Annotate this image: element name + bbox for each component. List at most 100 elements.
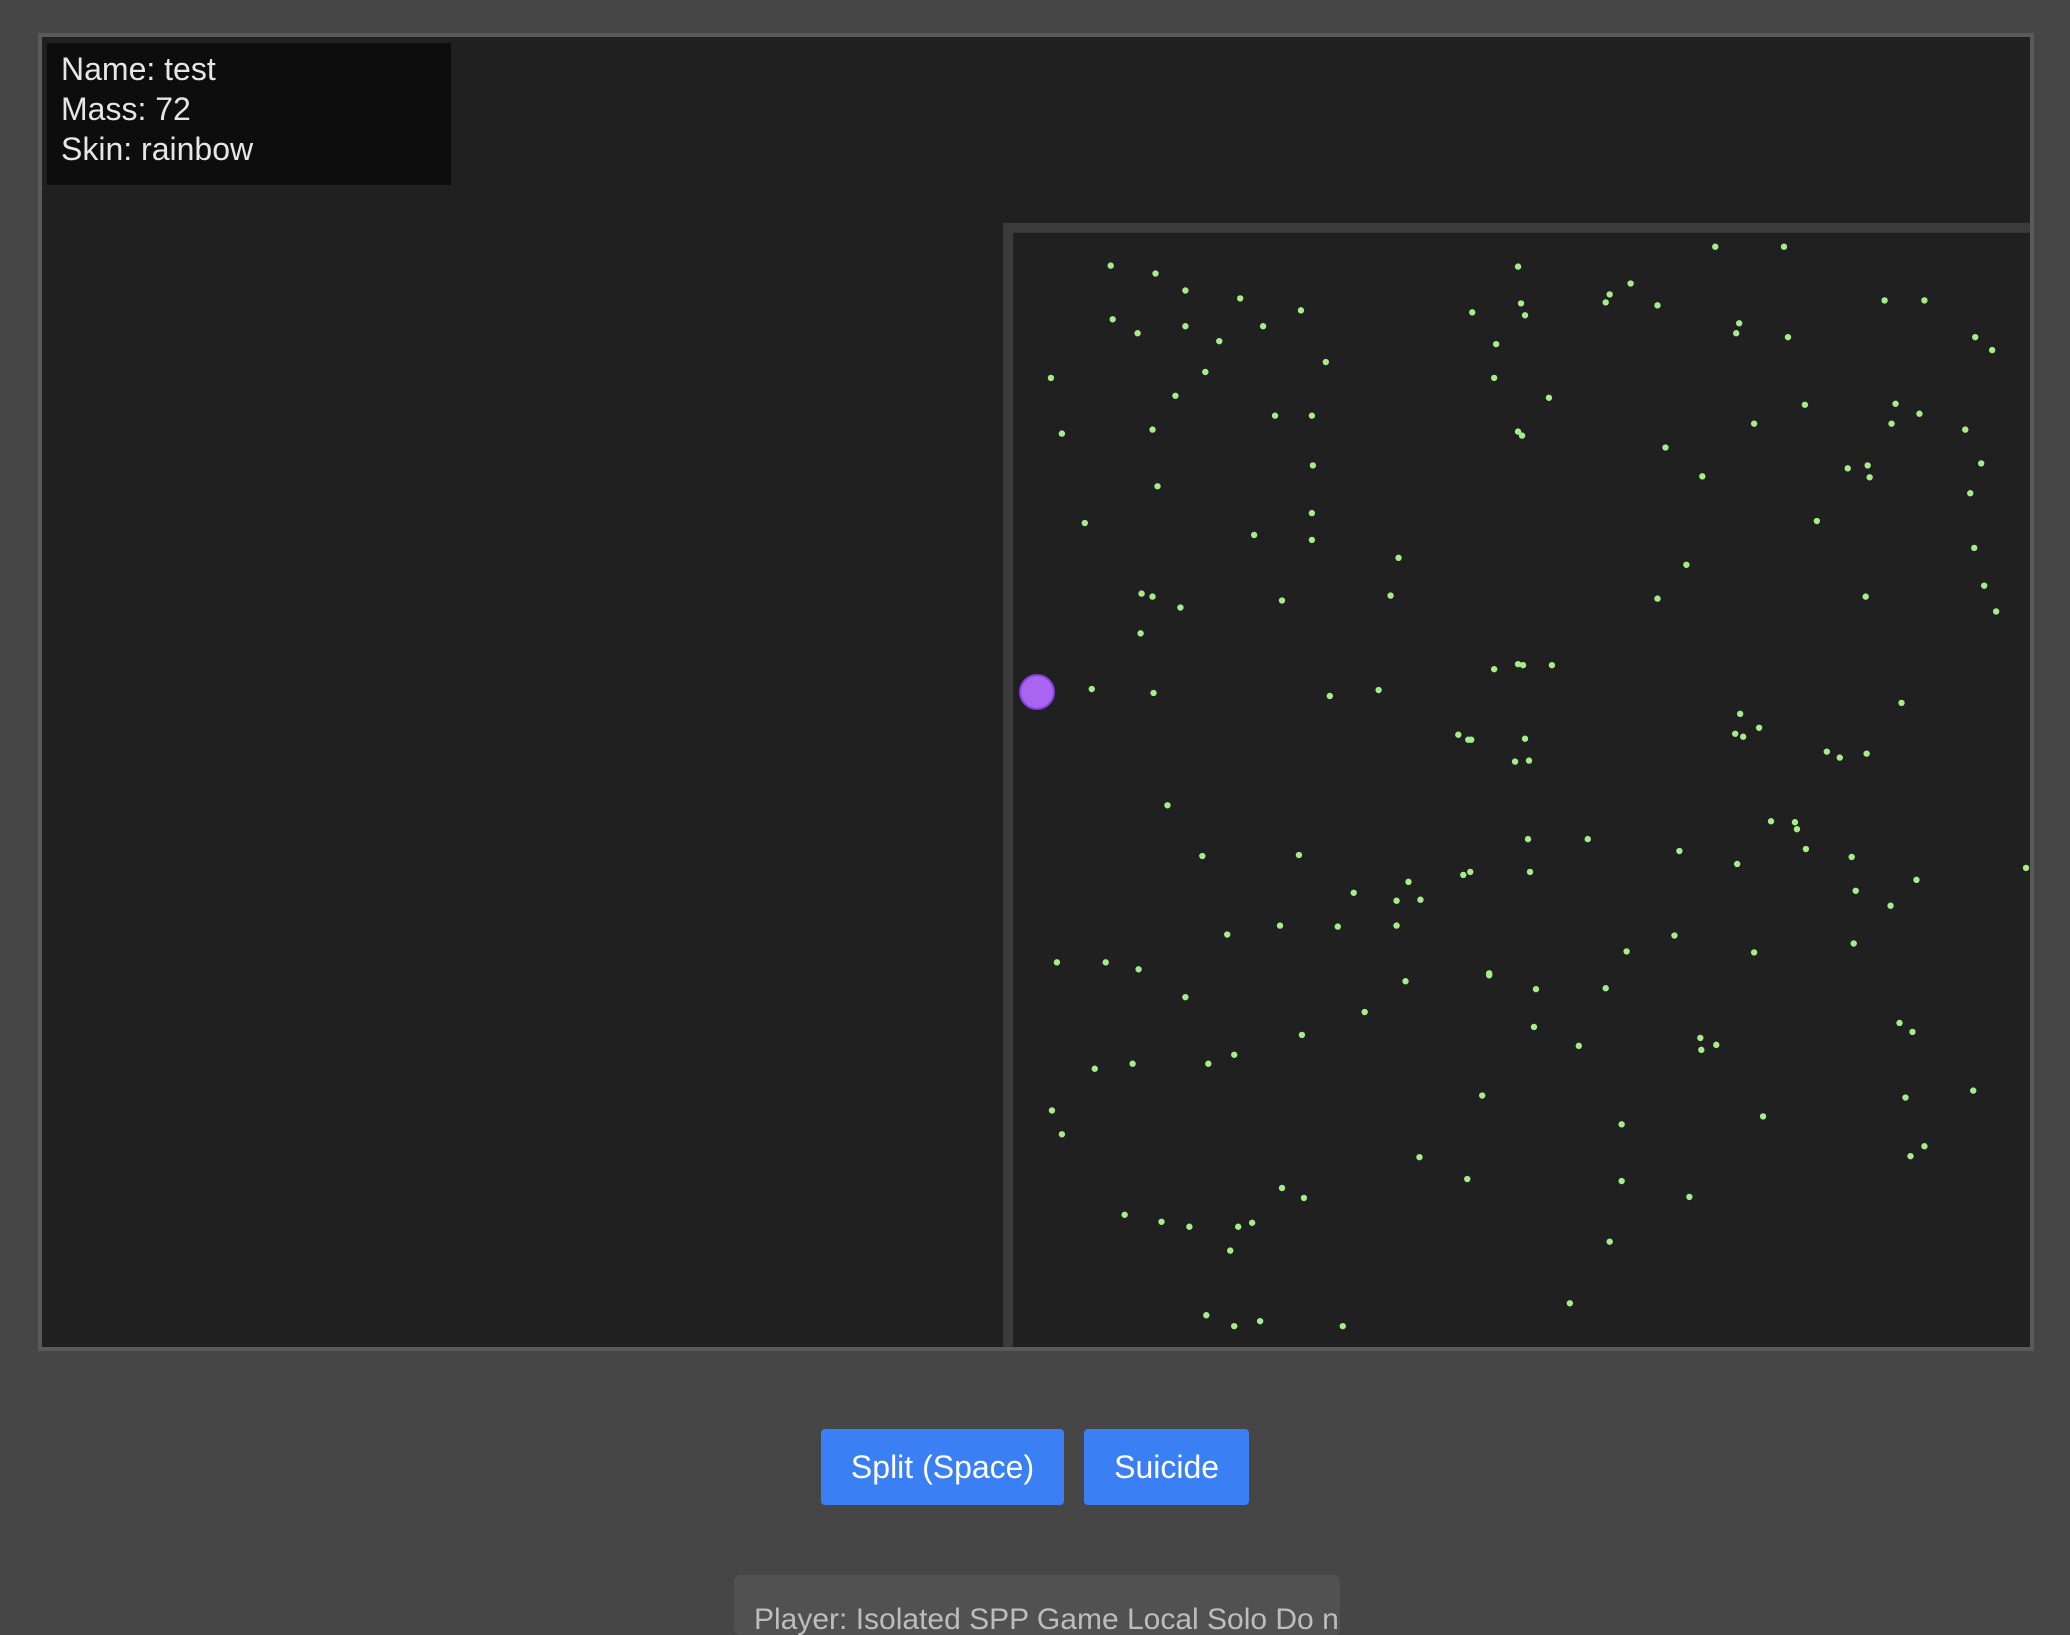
- food-pellet: [1713, 1041, 1720, 1049]
- food-pellet: [1309, 462, 1317, 469]
- food-pellet: [1548, 661, 1556, 669]
- food-pellet: [1485, 972, 1493, 979]
- food-pellet: [1584, 835, 1591, 843]
- food-pellet: [1058, 430, 1066, 437]
- suicide-button[interactable]: Suicide: [1084, 1429, 1250, 1505]
- food-pellet: [1755, 724, 1763, 731]
- food-pellet: [1823, 748, 1831, 755]
- food-pellet: [1517, 300, 1525, 307]
- player-skin-text: Skin: rainbow: [61, 131, 254, 167]
- food-pellet: [1177, 604, 1184, 611]
- split-button[interactable]: Split (Space): [820, 1429, 1065, 1505]
- food-pellet: [1150, 689, 1157, 697]
- food-pellet: [1916, 410, 1923, 417]
- food-pellet: [1387, 592, 1394, 599]
- food-pellet: [1909, 1028, 1916, 1036]
- food-pellet: [1759, 1113, 1767, 1120]
- food-pellet: [1683, 561, 1690, 568]
- food-pellet: [1058, 1131, 1066, 1138]
- food-pellet: [1276, 922, 1284, 929]
- food-pellet: [1686, 1193, 1693, 1201]
- food-pellet: [1532, 986, 1540, 993]
- food-pellet: [1801, 401, 1809, 408]
- food-pellet: [1393, 922, 1400, 929]
- food-pellet: [1514, 263, 1522, 270]
- food-pellet: [1231, 1322, 1238, 1330]
- food-pellet: [1852, 887, 1859, 894]
- food-pellet: [1455, 731, 1462, 738]
- food-pellet: [1091, 1065, 1098, 1072]
- food-pellet: [1416, 1153, 1423, 1161]
- food-pellet: [1813, 517, 1821, 525]
- food-pellet: [1395, 554, 1402, 561]
- food-pellet: [1308, 412, 1316, 419]
- food-pellet: [1227, 1247, 1234, 1254]
- food-pellet: [1791, 819, 1799, 826]
- food-pellet: [1134, 330, 1141, 337]
- food-pellet: [1518, 432, 1526, 439]
- food-pellet: [1793, 825, 1801, 833]
- food-pellet: [1295, 851, 1303, 859]
- food-pellet: [1479, 1092, 1486, 1099]
- food-pellet: [1308, 536, 1316, 544]
- food-pellet: [1844, 465, 1851, 472]
- food-pellet: [1465, 736, 1472, 743]
- food-pellet: [1164, 802, 1171, 809]
- food-pellet: [1322, 358, 1330, 366]
- player-mass-text: Mass: 72: [61, 91, 191, 127]
- food-pellet: [1250, 531, 1258, 539]
- food-pellet: [1864, 462, 1871, 469]
- food-pellet: [2022, 864, 2030, 872]
- food-pellet: [1129, 1060, 1136, 1067]
- food-pellet: [1469, 309, 1476, 316]
- food-pellet: [1256, 1317, 1264, 1325]
- food-pellet: [1492, 340, 1500, 348]
- food-pellet: [1149, 426, 1156, 433]
- food-pellet: [1224, 931, 1231, 938]
- food-pellet: [1699, 473, 1706, 480]
- food-pellet: [1278, 597, 1286, 604]
- food-pellet: [1182, 993, 1189, 1001]
- food-pellet: [1048, 1107, 1056, 1114]
- food-pellet: [1339, 1322, 1346, 1330]
- game-canvas[interactable]: [38, 33, 2034, 1351]
- food-pellet: [1081, 519, 1088, 527]
- food-pellet: [1524, 835, 1532, 843]
- food-pellet: [1460, 871, 1467, 879]
- food-pellet: [1850, 940, 1857, 947]
- food-pellet: [1121, 1211, 1128, 1218]
- food-pellet: [1308, 509, 1316, 517]
- food-pellet: [1733, 860, 1741, 868]
- food-pellet: [1566, 1300, 1574, 1307]
- food-pellet: [1712, 243, 1719, 250]
- food-pellet: [1780, 243, 1788, 250]
- food-pellet: [1158, 1218, 1165, 1225]
- food-pellet: [1186, 1223, 1193, 1230]
- food-pellet: [1767, 818, 1775, 825]
- food-pellet: [1623, 948, 1630, 955]
- food-pellet: [1236, 295, 1244, 302]
- food-pellet: [1881, 297, 1888, 304]
- player-cell: [1019, 674, 1055, 710]
- info-text: Player: Isolated SPP Game Local Solo Do …: [754, 1603, 1340, 1635]
- food-pellet: [1602, 299, 1609, 306]
- food-pellet: [1971, 544, 1978, 552]
- food-pellet: [1862, 593, 1869, 600]
- food-pellet: [1202, 368, 1209, 376]
- food-pellet: [1490, 374, 1498, 382]
- food-pellet: [1962, 426, 1969, 433]
- food-pellet: [1750, 949, 1758, 956]
- food-pellet: [1278, 1184, 1286, 1192]
- food-pellet: [1137, 630, 1144, 637]
- food-pellet: [1731, 730, 1739, 737]
- food-pellet: [1970, 1087, 1977, 1094]
- food-pellet: [1739, 733, 1747, 740]
- food-pellet: [1627, 280, 1634, 287]
- food-pellet: [1271, 412, 1279, 419]
- food-pellet: [1135, 966, 1142, 973]
- food-pellet: [1784, 333, 1792, 341]
- food-pellet: [1863, 750, 1870, 757]
- food-pellet: [1519, 661, 1527, 669]
- food-pellet: [1698, 1046, 1705, 1053]
- food-pellet: [1545, 394, 1553, 401]
